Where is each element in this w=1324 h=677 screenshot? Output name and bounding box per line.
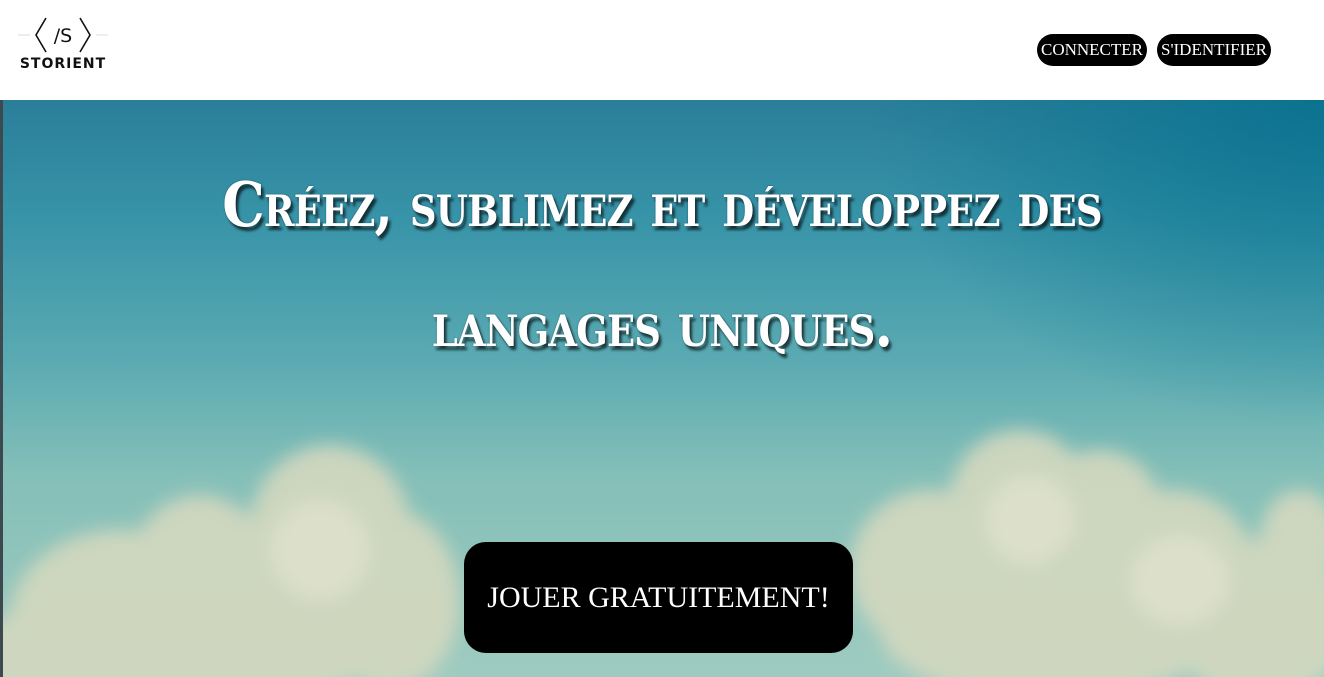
headline-line-2: langages uniques. <box>431 288 893 361</box>
play-free-button[interactable]: JOUER GRATUITEMENT! <box>464 542 853 653</box>
logo-name: STORIENT <box>19 56 107 72</box>
hero-banner: Créez, sublimez et développez des langag… <box>0 100 1324 677</box>
storient-logo[interactable]: /S STORIENT <box>14 14 112 76</box>
hero-left-edge <box>0 100 3 677</box>
code-brackets-icon: /S <box>18 17 108 53</box>
logo-mark-text: /S <box>54 25 72 47</box>
site-header: /S STORIENT CONNECTER S'IDENTIFIER <box>0 0 1324 100</box>
connect-button[interactable]: CONNECTER <box>1037 34 1147 66</box>
hero-headline: Créez, sublimez et développez des langag… <box>100 145 1224 385</box>
headline-line-1: Créez, sublimez et développez des <box>222 168 1102 241</box>
signup-button[interactable]: S'IDENTIFIER <box>1157 34 1271 66</box>
